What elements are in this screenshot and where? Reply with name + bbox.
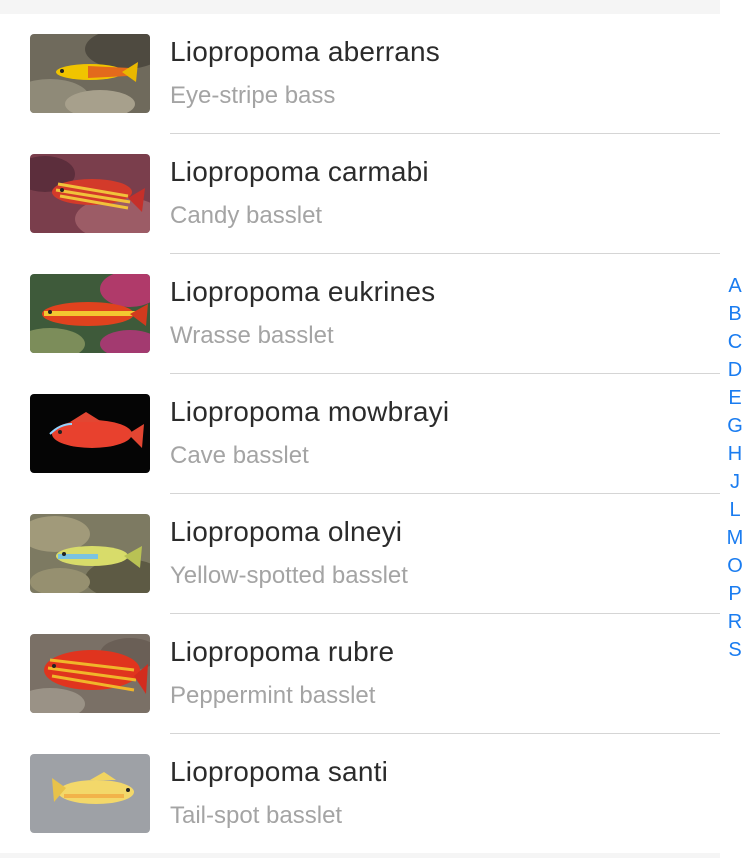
bottom-strip bbox=[0, 853, 720, 858]
fish-photo bbox=[30, 754, 150, 833]
list-item[interactable]: Liopropoma aberrans Eye-stripe bass bbox=[0, 14, 720, 134]
scientific-name: Liopropoma olneyi bbox=[170, 516, 403, 547]
list-item[interactable]: Liopropoma olneyi Yellow-spotted basslet bbox=[0, 494, 720, 614]
common-name: Wrasse basslet bbox=[170, 322, 334, 349]
index-letter-b[interactable]: B bbox=[728, 300, 741, 328]
index-letter-e[interactable]: E bbox=[728, 384, 741, 412]
index-letter-m[interactable]: M bbox=[727, 524, 744, 552]
scientific-name: Liopropoma santi bbox=[170, 756, 388, 787]
fish-photo bbox=[30, 394, 150, 473]
top-strip bbox=[0, 0, 720, 14]
common-name: Peppermint basslet bbox=[170, 682, 376, 709]
section-index[interactable]: A B C D E G H J L M O P R S bbox=[722, 272, 748, 664]
fish-photo bbox=[30, 514, 150, 593]
index-letter-h[interactable]: H bbox=[728, 440, 742, 468]
list-item[interactable]: Liopropoma mowbrayi Cave basslet bbox=[0, 374, 720, 494]
common-name: Cave basslet bbox=[170, 442, 309, 469]
common-name: Yellow-spotted basslet bbox=[170, 562, 408, 589]
index-letter-c[interactable]: C bbox=[728, 328, 742, 356]
fish-photo bbox=[30, 634, 150, 713]
index-letter-g[interactable]: G bbox=[727, 412, 743, 440]
fish-photo bbox=[30, 274, 150, 353]
list-item[interactable]: Liopropoma eukrines Wrasse basslet bbox=[0, 254, 720, 374]
index-letter-j[interactable]: J bbox=[730, 468, 740, 496]
scientific-name: Liopropoma carmabi bbox=[170, 156, 429, 187]
index-letter-l[interactable]: L bbox=[729, 496, 740, 524]
scientific-name: Liopropoma aberrans bbox=[170, 36, 440, 67]
common-name: Tail-spot basslet bbox=[170, 802, 343, 829]
list-item[interactable]: Liopropoma rubre Peppermint basslet bbox=[0, 614, 720, 734]
scientific-name: Liopropoma eukrines bbox=[170, 276, 436, 307]
scientific-name: Liopropoma mowbrayi bbox=[170, 396, 450, 427]
index-letter-s[interactable]: S bbox=[728, 636, 741, 664]
index-letter-d[interactable]: D bbox=[728, 356, 742, 384]
fish-photo bbox=[30, 34, 150, 113]
species-list[interactable]: Liopropoma aberrans Eye-stripe bass Liop… bbox=[0, 14, 720, 854]
fish-photo bbox=[30, 154, 150, 233]
common-name: Candy basslet bbox=[170, 202, 323, 229]
index-letter-p[interactable]: P bbox=[728, 580, 741, 608]
common-name: Eye-stripe bass bbox=[170, 82, 336, 109]
list-item[interactable]: Liopropoma santi Tail-spot basslet bbox=[0, 734, 720, 854]
index-letter-o[interactable]: O bbox=[727, 552, 743, 580]
list-item[interactable]: Liopropoma carmabi Candy basslet bbox=[0, 134, 720, 254]
scientific-name: Liopropoma rubre bbox=[170, 636, 395, 667]
index-letter-r[interactable]: R bbox=[728, 608, 742, 636]
index-letter-a[interactable]: A bbox=[728, 272, 741, 300]
